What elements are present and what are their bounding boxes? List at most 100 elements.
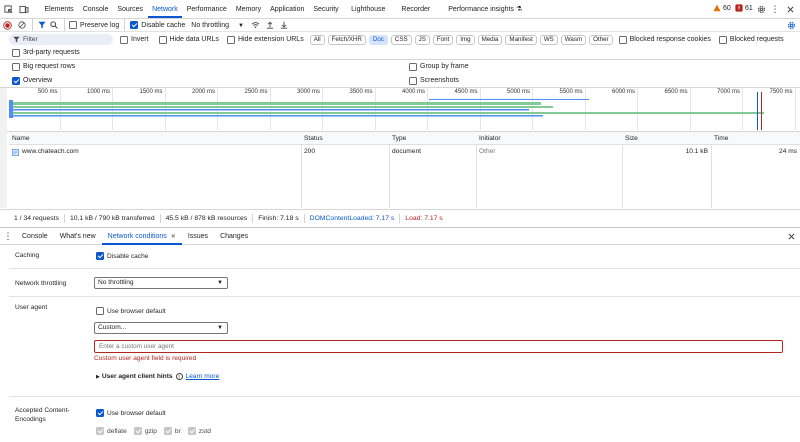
column-header-initiator[interactable]: Initiator <box>476 133 501 145</box>
tab-memory[interactable]: Memory <box>231 1 265 18</box>
type-filter-js[interactable]: JS <box>414 34 430 45</box>
tab-performance-insights[interactable]: Performance insights ⚗ <box>438 1 532 18</box>
triangle-right-icon[interactable]: ▶ <box>96 374 100 380</box>
device-toolbar-icon[interactable] <box>16 0 32 19</box>
group-by-frame-row: Group by frame <box>409 61 469 72</box>
drawer-menu-icon[interactable]: ⋮ <box>0 228 16 245</box>
type-filter-fetchxhr[interactable]: Fetch/XHR <box>327 34 366 45</box>
type-filter-media[interactable]: Media <box>477 34 503 45</box>
throttling-select[interactable]: No throttling ▼ <box>94 277 228 289</box>
type-filter-doc[interactable]: Doc <box>368 34 388 45</box>
filter-funnel-icon[interactable] <box>36 19 48 32</box>
drawer-tab-console[interactable]: Console <box>16 228 54 245</box>
tab-performance[interactable]: Performance <box>182 1 231 18</box>
hide-extension-urls-checkbox[interactable] <box>226 35 235 44</box>
invert-checkbox[interactable] <box>120 35 128 44</box>
type-filter-font[interactable]: Font <box>432 34 454 45</box>
tab-console[interactable]: Console <box>78 1 113 18</box>
type-filter-wasm[interactable]: Wasm <box>560 34 587 45</box>
type-filter-ws[interactable]: WS <box>539 34 558 45</box>
encoding-deflate-checkbox[interactable] <box>96 427 104 435</box>
clear-icon[interactable] <box>15 19 29 32</box>
throttling-dropdown[interactable]: No throttling ▼ <box>191 22 244 29</box>
divider <box>9 296 800 297</box>
column-header-name[interactable]: Name <box>9 133 30 145</box>
divider <box>9 268 800 269</box>
drawer-tab-issues[interactable]: Issues <box>182 228 214 245</box>
encoding-zstd-checkbox[interactable] <box>187 427 196 435</box>
learn-more-link[interactable]: Learn more <box>186 373 220 380</box>
type-filter-other[interactable]: Other <box>589 34 613 45</box>
blocked-response-cookies-checkbox[interactable] <box>618 35 627 44</box>
tab-recorder[interactable]: Recorder <box>393 1 438 18</box>
import-har-icon[interactable] <box>263 19 277 32</box>
caching-label: Caching <box>15 252 40 259</box>
ua-error-message: Custom user agent field is required <box>94 355 197 362</box>
drawer-tabs: Console What's new Network conditions ✕ Issu… <box>16 228 254 245</box>
tab-sources[interactable]: Sources <box>113 1 148 18</box>
close-devtools-icon[interactable] <box>785 4 795 14</box>
disable-cache-checkbox[interactable] <box>130 21 139 29</box>
request-name-cell[interactable]: www.chateach.com <box>9 146 299 158</box>
tab-network[interactable]: Network <box>147 1 183 18</box>
hide-data-urls-checkbox[interactable] <box>158 35 167 44</box>
close-tab-icon[interactable]: ✕ <box>171 234 176 240</box>
column-header-size[interactable]: Size <box>622 133 638 145</box>
errors-badge[interactable]: 61 <box>735 4 753 12</box>
encodings-default-checkbox[interactable] <box>96 409 104 417</box>
third-party-row: 3rd-party requests <box>12 47 80 58</box>
user-agent-select[interactable]: Custom... ▼ <box>94 322 228 334</box>
preserve-log-checkbox[interactable] <box>69 21 77 29</box>
nc-disable-cache-checkbox[interactable] <box>96 252 104 260</box>
custom-user-agent-input[interactable]: Enter a custom user agent <box>94 340 783 353</box>
tab-application[interactable]: Application <box>266 1 309 18</box>
big-request-rows-label: Big request rows <box>23 63 76 70</box>
encodings-default-row: Use browser default <box>96 409 166 417</box>
type-filter-css[interactable]: CSS <box>390 34 412 45</box>
drawer-tab-changes[interactable]: Changes <box>214 228 254 245</box>
blocked-requests-checkbox[interactable] <box>718 35 727 44</box>
big-request-rows-checkbox[interactable] <box>12 62 20 71</box>
export-har-icon[interactable] <box>277 19 291 32</box>
inspect-element-icon[interactable] <box>0 0 16 19</box>
overview-row: Overview <box>12 75 52 86</box>
network-settings-gear-icon[interactable] <box>786 20 796 31</box>
more-options-icon[interactable]: ⋮ <box>771 4 780 14</box>
status-divider <box>399 214 401 223</box>
tab-security[interactable]: Security <box>309 1 343 18</box>
chevron-down-icon: ▼ <box>217 280 223 286</box>
tab-lighthouse[interactable]: Lighthouse <box>343 1 393 18</box>
ua-default-label: Use browser default <box>107 307 166 315</box>
screenshots-checkbox[interactable] <box>409 76 417 85</box>
third-party-checkbox[interactable] <box>12 48 20 57</box>
network-conditions-wifi-icon[interactable] <box>249 19 263 32</box>
column-header-type[interactable]: Type <box>389 133 406 145</box>
type-filter-img[interactable]: Img <box>456 34 475 45</box>
group-by-frame-checkbox[interactable] <box>409 62 417 71</box>
scrollbar-track[interactable] <box>0 88 7 208</box>
filter-placeholder: Filter <box>23 36 38 43</box>
ua-default-checkbox[interactable] <box>96 307 104 315</box>
client-hints-row: ▶ User agent client hints i Learn more <box>96 373 219 380</box>
status-transferred: 10.1 kB / 790 kB transferred <box>69 215 155 222</box>
search-icon[interactable] <box>48 19 60 32</box>
column-header-time[interactable]: Time <box>711 133 728 145</box>
custom-user-agent-placeholder: Enter a custom user agent <box>99 343 174 350</box>
drawer-tab-what-s-new[interactable]: What's new <box>54 228 102 245</box>
filter-input[interactable]: Filter <box>9 34 113 45</box>
close-drawer-icon[interactable] <box>786 231 796 241</box>
warnings-badge[interactable]: 60 <box>713 4 731 12</box>
encoding-gzip-checkbox[interactable] <box>133 427 142 435</box>
client-hints-toggle[interactable]: User agent client hints <box>102 373 173 380</box>
column-header-status[interactable]: Status <box>301 133 323 145</box>
encoding-br-checkbox[interactable] <box>163 427 172 435</box>
type-filter-manifest[interactable]: Manifest <box>505 34 537 45</box>
timeline-overview[interactable]: 500 ms 1000 ms 1500 ms 2000 ms 2500 ms 3000 m… <box>9 88 800 130</box>
tab-elements[interactable]: Elements <box>40 1 78 18</box>
encodings-default-label: Use browser default <box>107 409 166 417</box>
settings-gear-icon[interactable] <box>756 4 766 14</box>
record-stop-icon[interactable] <box>0 19 15 32</box>
type-filter-all[interactable]: All <box>309 34 325 45</box>
drawer-tab-network-conditions[interactable]: Network conditions ✕ <box>101 228 183 245</box>
overview-checkbox[interactable] <box>12 76 20 85</box>
